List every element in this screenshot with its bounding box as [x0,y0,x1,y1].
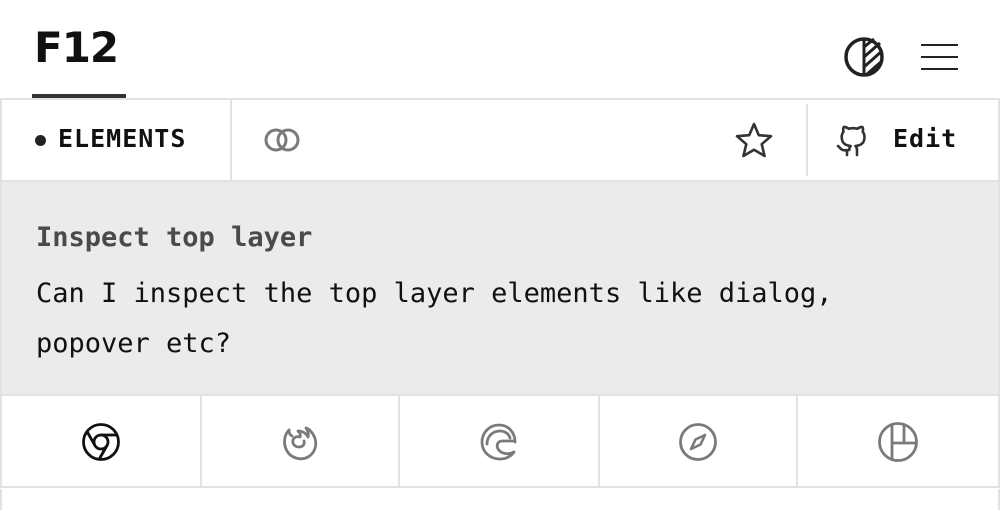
tabs-divider [0,486,1000,488]
link-icon [264,128,300,152]
feature-description: Can I inspect the top layer elements lik… [36,278,833,359]
page: F12 ELEMENTS Edit Inspect top layer Can … [0,0,1000,510]
github-icon [836,125,866,157]
content-area-top [0,489,1000,510]
tab-firefox[interactable] [202,396,400,487]
chrome-icon [82,422,120,461]
copy-link-button[interactable] [262,125,302,155]
favorite-button[interactable] [734,121,774,159]
category-label: ELEMENTS [58,124,187,153]
browser-tabs [0,396,1000,487]
category-dot-icon [35,135,46,146]
hamburger-menu-icon-bar [921,68,958,70]
category-tag[interactable]: ELEMENTS [2,100,232,181]
firefox-icon [283,426,318,460]
contrast-icon [844,37,884,77]
polypane-icon [878,421,918,462]
menu-button[interactable] [920,40,960,74]
logo-link[interactable]: F12 [32,26,126,98]
hamburger-menu-icon [921,44,958,46]
tab-edge[interactable] [400,396,600,487]
hamburger-menu-icon-bar [921,56,958,58]
star-icon [735,122,773,158]
safari-icon [679,422,717,461]
site-header: F12 [0,0,1000,99]
feature-panel: Inspect top layer Can I inspect the top … [0,182,1000,395]
edit-label: Edit [893,124,958,153]
theme-toggle-button[interactable] [842,35,886,79]
edit-on-github-button[interactable]: Edit [830,112,980,168]
logo-text: F12 [34,23,119,72]
toolbar-divider [806,104,808,176]
tab-chrome[interactable] [2,396,202,487]
feature-title: Inspect top layer [36,222,313,253]
edge-icon [480,423,517,460]
tab-safari[interactable] [600,396,798,487]
tab-polypane[interactable] [798,396,998,487]
